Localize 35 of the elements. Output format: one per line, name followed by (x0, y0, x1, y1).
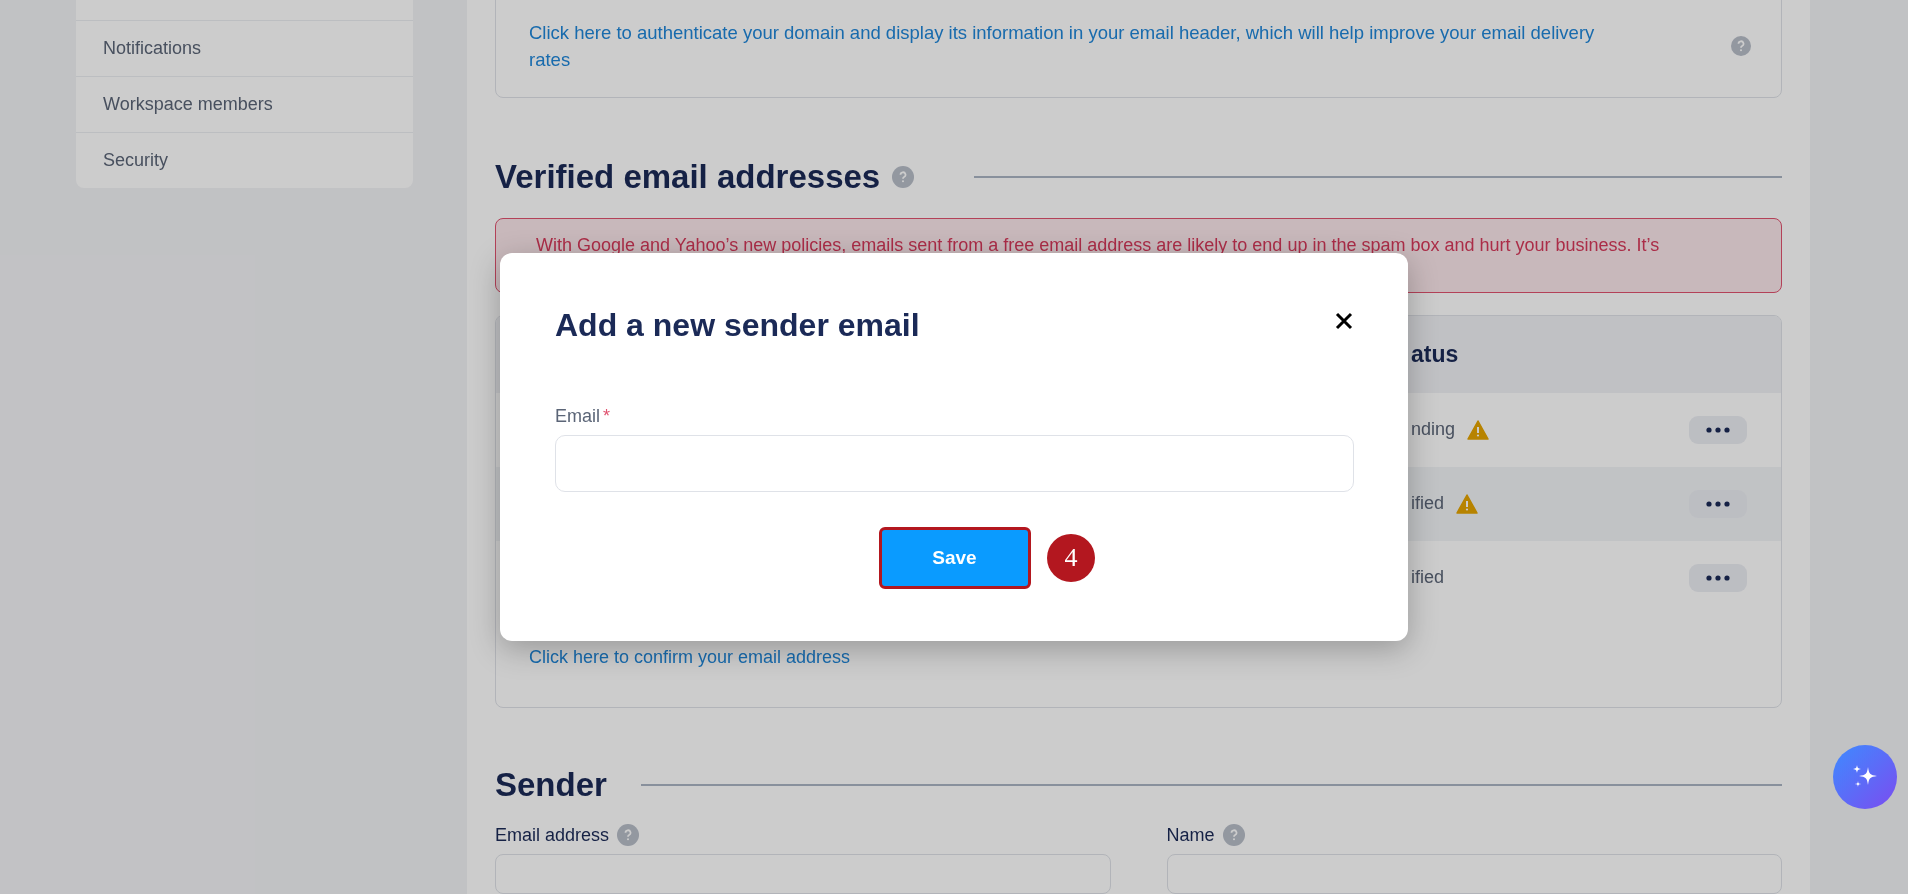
field-label: Email address (495, 824, 610, 846)
step-badge: 4 (1047, 534, 1095, 582)
sidebar-item[interactable]: Security (76, 132, 413, 188)
email-input[interactable] (555, 435, 1354, 492)
status-text: ified (1411, 567, 1445, 589)
authenticate-domain-link[interactable]: Click here to authenticate your domain and display its information in your email header, which will help improve your email delivery rates (529, 19, 1629, 73)
more-icon (1706, 574, 1730, 581)
sidebar-item[interactable]: Workspace members (76, 76, 413, 132)
warning-icon (1456, 493, 1479, 514)
more-icon (1706, 500, 1730, 507)
close-button[interactable] (1334, 311, 1354, 331)
help-icon[interactable] (1222, 824, 1245, 846)
status-text: ified (1411, 493, 1445, 515)
section-title: Verified email addresses (495, 158, 881, 196)
warning-icon (1467, 419, 1490, 440)
help-icon[interactable] (617, 824, 640, 846)
section-title: Sender (495, 766, 607, 804)
confirm-email-link[interactable]: Click here to confirm your email address (529, 647, 851, 667)
close-icon (1334, 311, 1354, 331)
more-button[interactable] (1689, 563, 1747, 592)
input-field[interactable] (1166, 854, 1782, 894)
dialog-title: Add a new sender email (555, 307, 920, 344)
help-icon[interactable] (892, 166, 915, 188)
field-label: Email * (555, 406, 612, 427)
sidebar-item[interactable]: Notifications (76, 20, 413, 76)
field-label: Name (1166, 824, 1215, 846)
more-icon (1706, 426, 1730, 433)
save-button[interactable]: Save (878, 527, 1031, 589)
status-text: nding (1411, 419, 1456, 441)
input-field[interactable] (495, 854, 1111, 894)
help-icon[interactable] (1731, 36, 1751, 56)
column-header: atus (1411, 340, 1459, 368)
required-mark: * (603, 406, 611, 426)
more-button[interactable] (1689, 415, 1747, 444)
more-button[interactable] (1689, 489, 1747, 518)
